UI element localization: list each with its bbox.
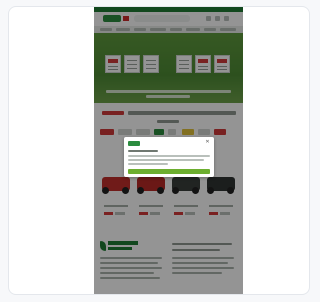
close-icon[interactable]: ✕ <box>205 140 210 145</box>
modal-text <box>128 159 204 161</box>
modal-title <box>128 150 158 152</box>
webpage-screenshot: ✕ <box>94 7 243 294</box>
cookie-consent-modal: ✕ <box>124 137 214 177</box>
accept-cookies-button[interactable] <box>128 169 210 174</box>
modal-logo <box>128 141 140 146</box>
preview-card: ✕ <box>8 6 310 295</box>
modal-settings-link[interactable] <box>128 163 168 165</box>
modal-text <box>128 155 210 157</box>
